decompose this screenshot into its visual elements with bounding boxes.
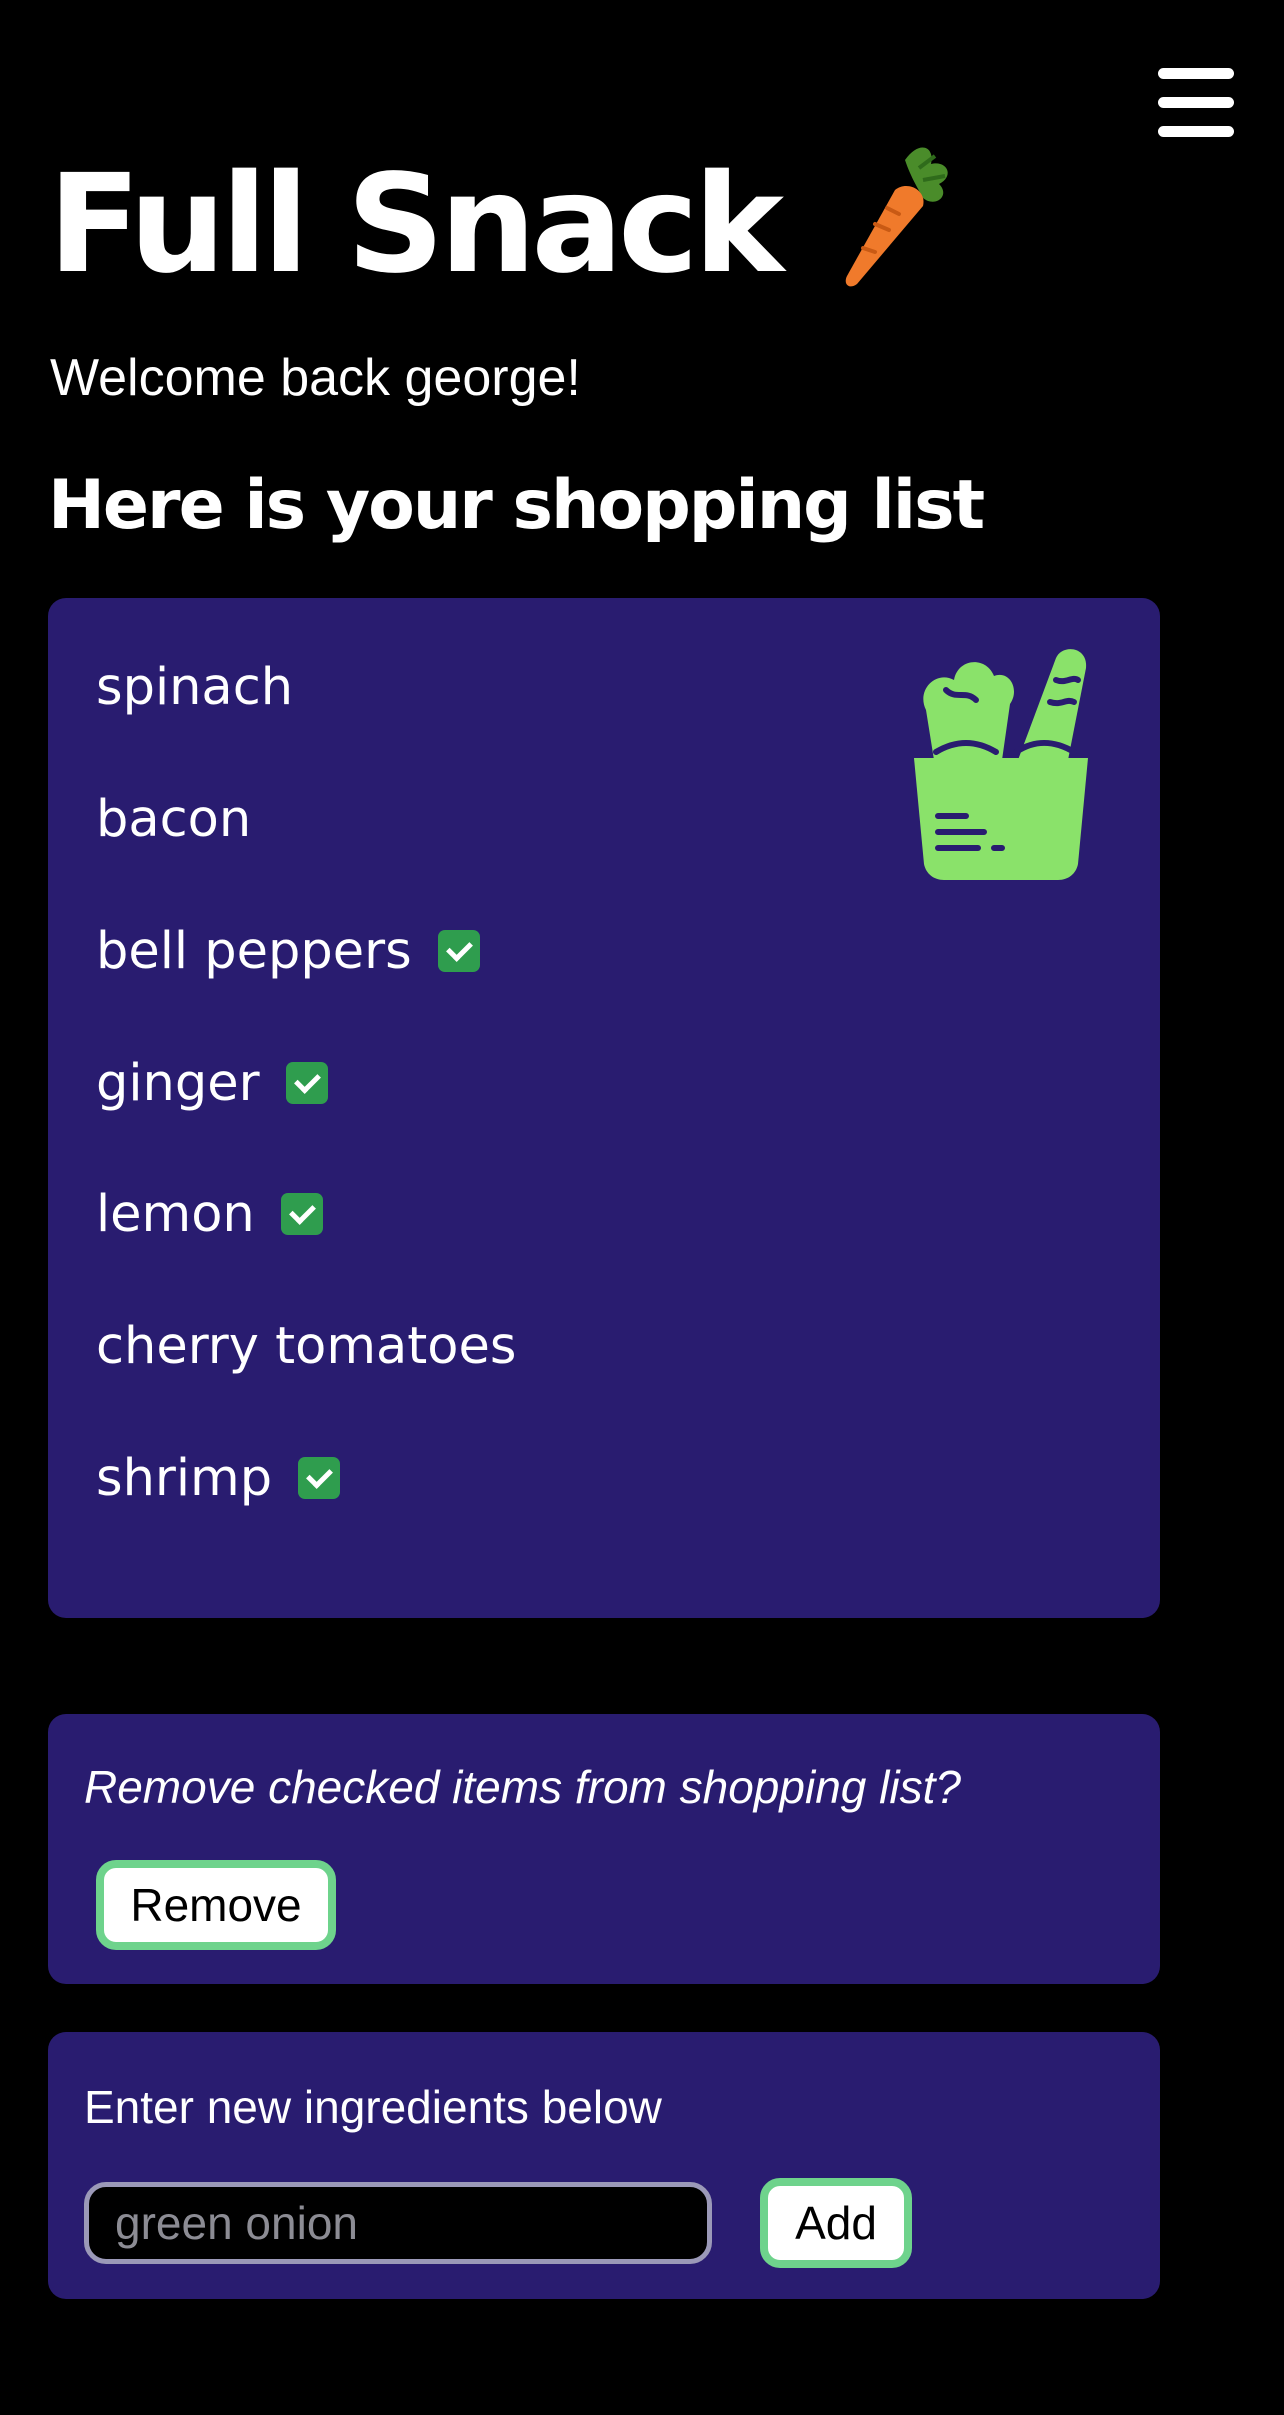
list-item[interactable]: lemon (96, 1169, 323, 1259)
checkbox-checked-icon[interactable] (298, 1457, 341, 1499)
item-label: ginger (96, 1053, 260, 1113)
item-label: cherry tomatoes (96, 1316, 517, 1376)
item-label: lemon (96, 1184, 255, 1244)
list-item[interactable]: spinach (96, 642, 293, 732)
welcome-message: Welcome back george! (50, 349, 581, 407)
shopping-list-card: spinach bacon bell peppers ginger lemon … (48, 598, 1160, 1618)
app-title: Full Snack (48, 146, 784, 304)
ingredient-input[interactable] (84, 2182, 712, 2264)
list-item[interactable]: bell peppers (96, 906, 480, 996)
item-label: bell peppers (96, 921, 412, 981)
checkbox-checked-icon[interactable] (280, 1193, 323, 1235)
list-item[interactable]: ginger (96, 1038, 328, 1128)
shopping-list-heading: Here is your shopping list (48, 466, 985, 545)
item-label: spinach (96, 657, 294, 717)
list-item[interactable]: shrimp (96, 1433, 341, 1523)
app-header: Full Snack (48, 140, 955, 310)
item-label: shrimp (96, 1448, 273, 1508)
remove-checked-card: Remove checked items from shopping list?… (48, 1714, 1160, 1984)
list-item[interactable]: bacon (96, 774, 251, 864)
hamburger-menu-icon[interactable] (1156, 66, 1236, 138)
add-button[interactable]: Add (760, 2178, 912, 2268)
carrot-icon (845, 147, 948, 287)
remove-button[interactable]: Remove (96, 1860, 336, 1950)
checkbox-checked-icon[interactable] (285, 1062, 328, 1104)
grocery-bag-icon (914, 649, 1088, 880)
checkbox-checked-icon[interactable] (437, 930, 480, 972)
remove-prompt: Remove checked items from shopping list? (84, 1761, 961, 1813)
list-item[interactable]: cherry tomatoes (96, 1301, 516, 1391)
item-label: bacon (96, 789, 252, 849)
add-prompt: Enter new ingredients below (84, 2081, 662, 2133)
add-ingredients-card: Enter new ingredients below Add (48, 2032, 1160, 2299)
